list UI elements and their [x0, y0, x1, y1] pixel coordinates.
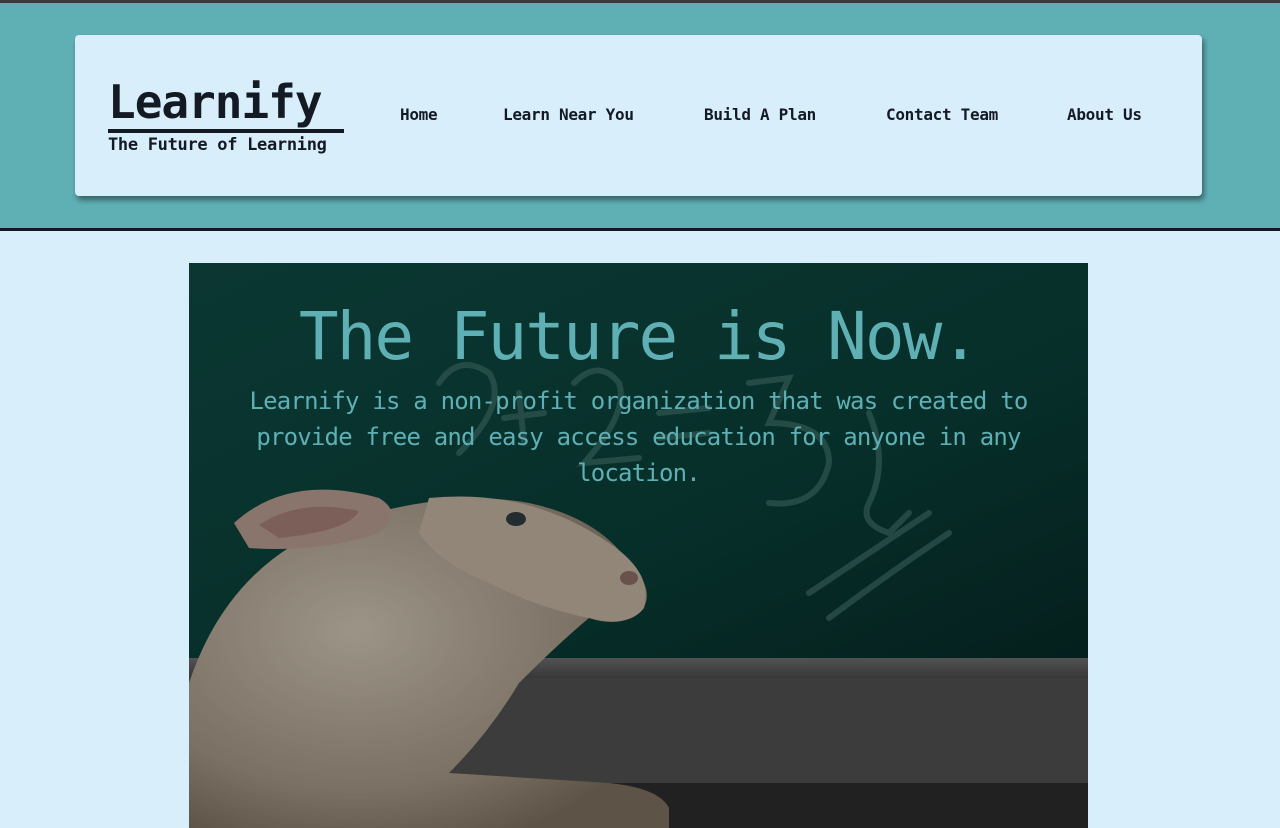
nav-item-contact-team[interactable]: Contact Team: [886, 103, 998, 127]
nav-item-about-us[interactable]: About Us: [1067, 103, 1142, 127]
nav-item-learn-near-you[interactable]: Learn Near You: [503, 103, 634, 127]
header-card: Learnify The Future of Learning Home Lea…: [75, 35, 1202, 196]
hero-description: Learnify is a non-profit organization th…: [249, 387, 1028, 487]
hero-title: The Future is Now.: [298, 298, 980, 375]
nav-item-build-a-plan[interactable]: Build A Plan: [704, 103, 816, 127]
brand-subtitle: The Future of Learning: [108, 135, 327, 155]
nav-item-home[interactable]: Home: [400, 103, 438, 127]
site-header: Learnify The Future of Learning Home Lea…: [0, 3, 1280, 231]
hero-section: The Future is Now. Learnify is a non-pro…: [189, 263, 1088, 828]
main-nav: Home Learn Near You Build A Plan Contact…: [75, 103, 1202, 127]
